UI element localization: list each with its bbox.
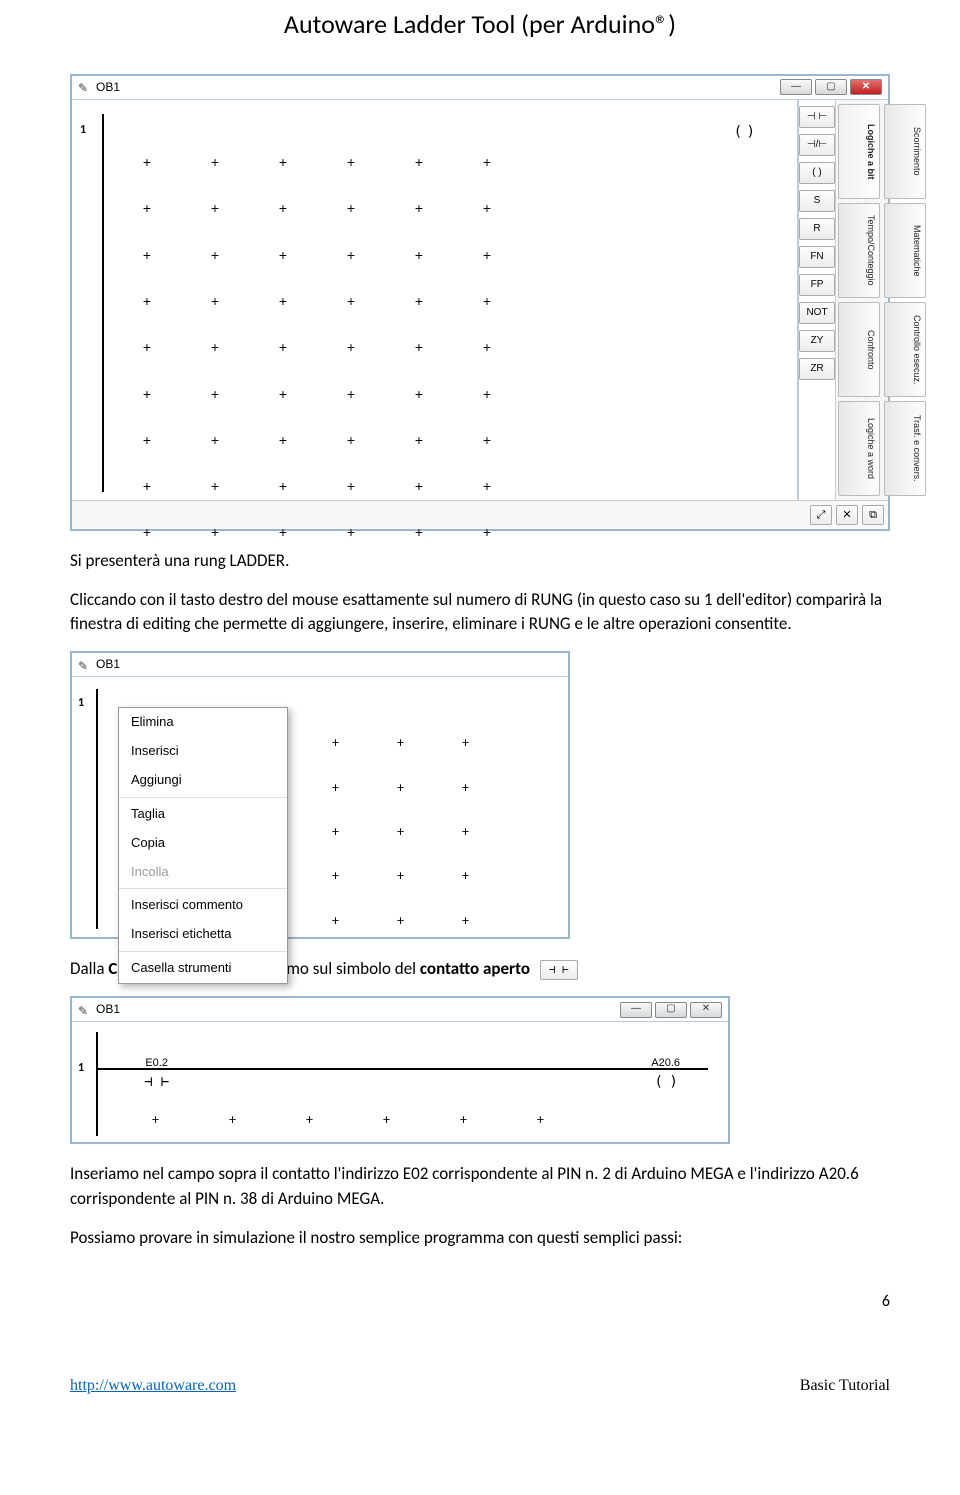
rung-number[interactable]: 1 [78, 1060, 84, 1077]
paragraph-1: Si presenterà una rung LADDER. [70, 549, 890, 574]
tab-logiche-word[interactable]: Logiche a word [838, 401, 880, 496]
page-number: 6 [70, 1290, 890, 1313]
ob1-ctx-titlebar: OB1 [72, 653, 568, 677]
pencil-icon [78, 80, 92, 94]
rung-wire [98, 1068, 708, 1070]
tool-zr[interactable]: ZR [799, 358, 835, 380]
menu-inserisci-etichetta[interactable]: Inserisci etichetta [119, 920, 287, 949]
ctx-plus-grid: +++ +++ +++ +++ +++ [332, 733, 469, 954]
page-header-title: Autoware Ladder Tool (per Arduino®) [70, 0, 890, 74]
ob1-ctx-title-text: OB1 [96, 656, 120, 673]
coil-label: A20.6 [651, 1056, 680, 1072]
delete-icon[interactable]: ✕ [836, 505, 858, 525]
ladder-canvas[interactable]: 1 ( ) ++++++ ++++++ ++++++ ++++++ ++++++… [72, 100, 798, 500]
tab-logiche-bit[interactable]: Logiche a bit [838, 104, 880, 199]
tool-contact-no[interactable]: ⊣ ⊢ [799, 106, 835, 128]
paragraph-5: Possiamo provare in simulazione il nostr… [70, 1226, 890, 1251]
tool-set[interactable]: S [799, 190, 835, 212]
coil-symbol: ( ) [651, 1072, 680, 1092]
tab-controllo-esecuz[interactable]: Controllo esecuz. [884, 302, 926, 397]
paragraph-2: Cliccando con il tasto destro del mouse … [70, 588, 890, 637]
single-plus-row: ++++++ [152, 1110, 544, 1130]
ob1-titlebar: OB1 — ▢ ✕ [72, 76, 888, 100]
rung-number[interactable]: 1 [80, 122, 86, 139]
contact-open-icon: ⊣ ⊢ [540, 960, 578, 980]
toolbox-symbol-list: ⊣ ⊢ ⊣/⊢ ( ) S R FN FP NOT ZY ZR [799, 100, 836, 500]
menu-inserisci-commento[interactable]: Inserisci commento [119, 891, 287, 920]
footer-link[interactable]: http://www.autoware.com [70, 1374, 236, 1397]
menu-copia[interactable]: Copia [119, 829, 287, 858]
tab-tempo-conteggio[interactable]: Tempo/Conteggio [838, 203, 880, 298]
rung-canvas[interactable]: 1 E0.2 ⊣ ⊢ A20.6 ( ) ++++++ [72, 1022, 728, 1142]
pencil-icon [78, 1003, 92, 1017]
minimize-button[interactable]: — [620, 1002, 652, 1018]
copy-icon[interactable]: ⧉ [862, 505, 884, 525]
ladder-grid: ++++++ ++++++ ++++++ ++++++ ++++++ +++++… [142, 152, 787, 543]
rung-number[interactable]: 1 [78, 695, 84, 712]
tab-matematiche[interactable]: Matematiche [884, 203, 926, 298]
maximize-button[interactable]: ▢ [655, 1002, 687, 1018]
ob1-editor-window: OB1 — ▢ ✕ 1 ( ) ++++++ ++++++ ++++++ +++… [70, 74, 890, 531]
left-rail [96, 1032, 98, 1136]
menu-casella-strumenti[interactable]: Casella strumenti [119, 954, 287, 983]
tool-coil[interactable]: ( ) [799, 162, 835, 184]
left-rail [102, 114, 104, 492]
tool-not[interactable]: NOT [799, 302, 835, 324]
contact-symbol: ⊣ ⊢ [142, 1072, 171, 1092]
output-coil-symbol: ( ) [734, 122, 753, 142]
menu-incolla: Incolla [119, 858, 287, 887]
ob1-rung-title-text: OB1 [96, 1001, 120, 1018]
close-button[interactable]: ✕ [850, 79, 882, 95]
paragraph-4: Inseriamo nel campo sopra il contatto l'… [70, 1162, 890, 1211]
contact-label: E0.2 [142, 1056, 171, 1072]
page-footer: http://www.autoware.com Basic Tutorial [70, 1374, 890, 1397]
toolbox-panel: ⊣ ⊢ ⊣/⊢ ( ) S R FN FP NOT ZY ZR Logiche … [798, 100, 888, 500]
tab-scorrimento[interactable]: Scorrimento [884, 104, 926, 199]
tool-contact-nc[interactable]: ⊣/⊢ [799, 134, 835, 156]
ob1-title-text: OB1 [96, 79, 120, 96]
footer-right: Basic Tutorial [800, 1374, 890, 1397]
coil-a206[interactable]: A20.6 ( ) [651, 1056, 680, 1092]
close-button[interactable]: ✕ [690, 1002, 722, 1018]
tab-confronto[interactable]: Confronto [838, 302, 880, 397]
rung-context-menu: Elimina Inserisci Aggiungi Taglia Copia … [118, 707, 288, 984]
menu-taglia[interactable]: Taglia [119, 800, 287, 829]
contact-e02[interactable]: E0.2 ⊣ ⊢ [142, 1056, 171, 1092]
tool-fn[interactable]: FN [799, 246, 835, 268]
tab-trasf-convers[interactable]: Trasf. e convers. [884, 401, 926, 496]
ob1-context-window: OB1 1 Elimina Inserisci Aggiungi Taglia … [70, 651, 570, 939]
left-rail [96, 689, 98, 929]
menu-elimina[interactable]: Elimina [119, 708, 287, 737]
ob1-rung-titlebar: OB1 — ▢ ✕ [72, 998, 728, 1022]
maximize-button[interactable]: ▢ [815, 79, 847, 95]
tool-zy[interactable]: ZY [799, 330, 835, 352]
tool-reset[interactable]: R [799, 218, 835, 240]
menu-inserisci[interactable]: Inserisci [119, 737, 287, 766]
minimize-button[interactable]: — [780, 79, 812, 95]
menu-aggiungi[interactable]: Aggiungi [119, 766, 287, 795]
ctx-canvas[interactable]: 1 Elimina Inserisci Aggiungi Taglia Copi… [72, 677, 568, 937]
expand-icon[interactable]: ⤢ [810, 505, 832, 525]
pencil-icon [78, 658, 92, 672]
tool-fp[interactable]: FP [799, 274, 835, 296]
ob1-rung-window: OB1 — ▢ ✕ 1 E0.2 ⊣ ⊢ A20.6 ( ) ++++++ [70, 996, 730, 1144]
